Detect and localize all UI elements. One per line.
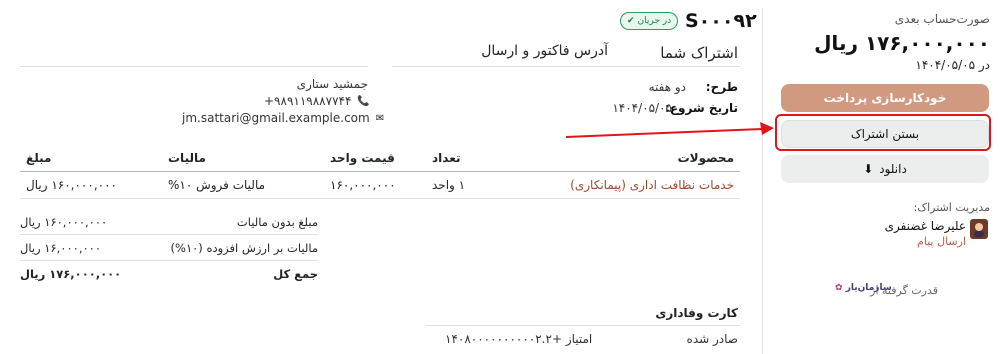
brand-logo-icon: ✿: [835, 283, 843, 293]
check-icon: ✔: [627, 16, 635, 26]
row-amount: ۱۶۰,۰۰۰,۰۰۰ ریال: [20, 171, 162, 199]
vat-label: مالیات بر ارزش افزوده (۱۰%): [170, 241, 318, 255]
customer-phone: +۹۸۹۱۱۹۸۸۷۷۴۴: [264, 94, 352, 108]
total-row: ۱۷۶,۰۰۰,۰۰۰ ریال جمع کل: [20, 262, 318, 286]
sidebar-divider: [762, 8, 763, 354]
vat-row: ۱۶,۰۰۰,۰۰۰ ریال مالیات بر ارزش افزوده (۱…: [20, 236, 318, 261]
customer-email[interactable]: jm.sattari@gmail.example.com: [182, 111, 370, 125]
col-qty: تعداد: [426, 147, 528, 172]
subscription-section-title: اشتراک شما: [660, 44, 738, 62]
loyalty-issued-label: صادر شده: [686, 332, 738, 346]
row-unit-price: ۱۶۰,۰۰۰,۰۰۰: [324, 171, 426, 199]
download-button-label: دانلود: [879, 162, 907, 176]
download-button[interactable]: ⬇ دانلود: [781, 155, 989, 183]
loyalty-title: کارت وفاداری: [655, 306, 738, 320]
loyalty-issued-value: ۱۴۰۸۰۰۰۰۰۰۰۰۰۰۲.۲+ امتیاز: [445, 332, 593, 346]
address-divider: [20, 66, 368, 67]
subtotal-row: ۱۶۰,۰۰۰,۰۰۰ ریال مبلغ بدون مالیات: [20, 210, 318, 235]
manage-subscription-label: مدیریت اشتراک:: [913, 201, 990, 214]
phone-icon: 📞: [357, 95, 370, 107]
row-qty: ۱ واحد: [426, 171, 528, 199]
status-badge: در جریان ✔: [620, 12, 679, 30]
brand-logo-text: سازمان‌یار: [845, 283, 892, 293]
subscription-code: S۰۰۰۹۲: [685, 10, 757, 32]
envelope-icon: ✉: [375, 112, 385, 124]
col-product: محصولات: [528, 147, 740, 172]
subtotal-value: ۱۶۰,۰۰۰,۰۰۰ ریال: [20, 215, 108, 229]
loyalty-divider: [425, 325, 740, 326]
plan-label: طرح:: [705, 80, 738, 94]
subscription-divider: [392, 66, 740, 67]
invoice-lines-table: مبلغ مالیات قیمت واحد تعداد محصولات ۱۶۰,…: [20, 147, 740, 199]
total-label: جمع کل: [273, 267, 318, 281]
status-label: در جریان: [637, 16, 672, 26]
vat-value: ۱۶,۰۰۰,۰۰۰ ریال: [20, 241, 102, 255]
plan-value: دو هفته: [648, 80, 686, 94]
user-avatar: [970, 219, 988, 239]
customer-name: جمشید ستاری: [296, 77, 368, 91]
start-date-label: تاریخ شروع:: [665, 101, 738, 115]
next-invoice-date: در ۱۴۰۴/۰۵/۰۵: [915, 58, 990, 72]
next-invoice-label: صورت‌حساب بعدی: [894, 12, 990, 26]
col-amount: مبلغ: [20, 147, 162, 172]
avatar-icon: [974, 223, 984, 237]
col-tax: مالیات: [162, 147, 324, 172]
total-value: ۱۷۶,۰۰۰,۰۰۰ ریال: [20, 267, 122, 281]
download-icon: ⬇: [863, 162, 874, 176]
row-product[interactable]: خدمات نظافت اداری (پیمانکاری): [528, 171, 740, 199]
annotation-arrow-icon: [566, 122, 774, 138]
autopay-button-label: خودکارسازی پرداخت: [823, 91, 947, 105]
subtotal-label: مبلغ بدون مالیات: [236, 215, 318, 229]
address-section-title: آدرس فاکتور و ارسال: [481, 43, 608, 59]
next-invoice-amount: ۱۷۶,۰۰۰,۰۰۰ ریال: [814, 31, 990, 55]
highlight-box: [775, 114, 991, 151]
brand-logo[interactable]: ✿ سازمان‌یار: [835, 283, 892, 293]
customer-phone-row: +۹۸۹۱۱۹۸۸۷۷۴۴ 📞: [264, 94, 370, 108]
table-row: ۱۶۰,۰۰۰,۰۰۰ ریال مالیات فروش ۱۰% ۱۶۰,۰۰۰…: [20, 171, 740, 199]
customer-email-row: jm.sattari@gmail.example.com ✉: [182, 111, 384, 125]
user-name: علیرضا غضنفری: [884, 219, 966, 233]
table-header-row: مبلغ مالیات قیمت واحد تعداد محصولات: [20, 147, 740, 172]
autopay-button[interactable]: خودکارسازی پرداخت: [781, 84, 989, 112]
start-date-value: ۱۴۰۴/۰۵/۰۵: [612, 101, 672, 115]
col-unit-price: قیمت واحد: [324, 147, 426, 172]
send-message-link[interactable]: ارسال پیام: [917, 235, 966, 248]
row-tax: مالیات فروش ۱۰%: [162, 171, 324, 199]
